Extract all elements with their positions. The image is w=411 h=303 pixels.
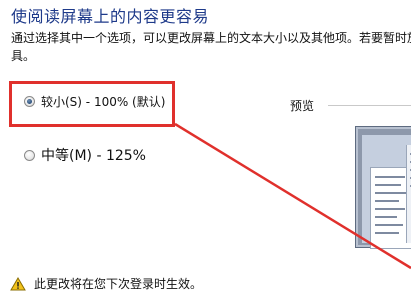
preview-sidebar (406, 145, 411, 243)
preview-panel (370, 167, 411, 249)
warning-icon (10, 276, 26, 290)
annotation-highlight-box (9, 81, 175, 127)
preview-label: 预览 (290, 99, 315, 113)
preview-row (375, 224, 403, 226)
display-settings-page: 使阅读屏幕上的内容更容易 通过选择其中一个选项，可以更改屏幕上的文本大小以及其他… (0, 0, 411, 303)
preview-row (375, 232, 399, 234)
option-medium-label: 中等(M) - 125% (41, 148, 146, 164)
preview-divider (328, 105, 411, 106)
preview-row (375, 208, 405, 210)
preview-row (375, 200, 399, 202)
preview-row (375, 216, 397, 218)
description-line-2: 具。 (11, 49, 36, 63)
page-description: 通过选择其中一个选项，可以更改屏幕上的文本大小以及其他项。若要暂时放 具。 (11, 29, 411, 65)
preview-row (375, 184, 401, 186)
footer-notice-text: 此更改将在您下次登录时生效。 (34, 277, 203, 291)
preview-thumbnail (355, 126, 411, 249)
preview-row (375, 176, 405, 178)
radio-medium[interactable] (24, 149, 35, 161)
preview-row (375, 192, 407, 194)
option-medium-125[interactable]: 中等(M) - 125% (24, 145, 146, 165)
footer-notice: 此更改将在您下次登录时生效。 (10, 275, 202, 292)
page-title: 使阅读屏幕上的内容更容易 (11, 7, 210, 26)
description-line-1: 通过选择其中一个选项，可以更改屏幕上的文本大小以及其他项。若要暂时放 (11, 31, 411, 45)
